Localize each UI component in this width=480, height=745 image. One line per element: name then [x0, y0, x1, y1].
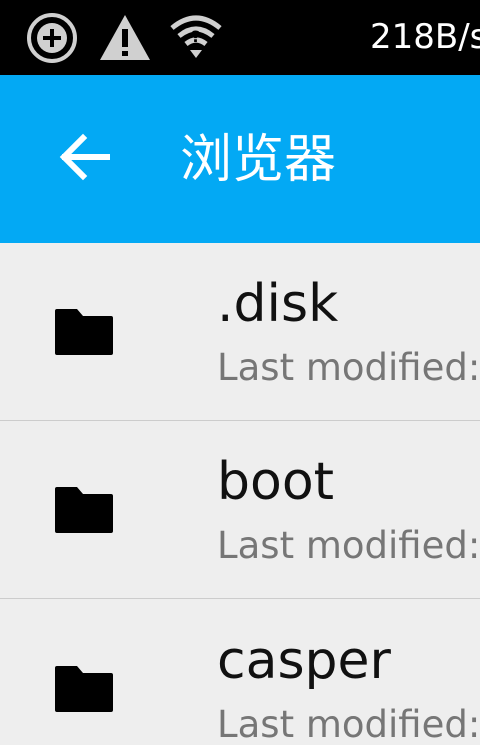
- file-list: .disk Last modified: boot Last modified:…: [0, 243, 480, 745]
- file-modified: Last modified:: [217, 346, 480, 389]
- file-row[interactable]: .disk Last modified:: [0, 243, 480, 421]
- add-circle-icon: [24, 12, 80, 64]
- page-title: 浏览器: [180, 130, 337, 190]
- arrow-back-icon: [57, 133, 111, 185]
- back-button[interactable]: [46, 119, 122, 199]
- wifi-question-icon: ?: [168, 12, 224, 64]
- file-modified: Last modified:: [217, 703, 480, 745]
- file-name: boot: [217, 452, 335, 512]
- folder-icon: [53, 664, 115, 714]
- file-name: casper: [217, 631, 391, 691]
- folder-icon: [53, 485, 115, 535]
- file-row[interactable]: casper Last modified:: [0, 600, 480, 745]
- app-bar: 浏览器: [0, 75, 480, 243]
- status-bar: ? 218B/s: [0, 0, 480, 75]
- warning-icon: [97, 12, 153, 64]
- network-speed: 218B/s: [370, 17, 480, 57]
- folder-icon: [53, 307, 115, 357]
- svg-text:?: ?: [191, 27, 200, 46]
- file-modified: Last modified:: [217, 524, 480, 567]
- file-name: .disk: [217, 274, 339, 334]
- file-row[interactable]: boot Last modified:: [0, 421, 480, 599]
